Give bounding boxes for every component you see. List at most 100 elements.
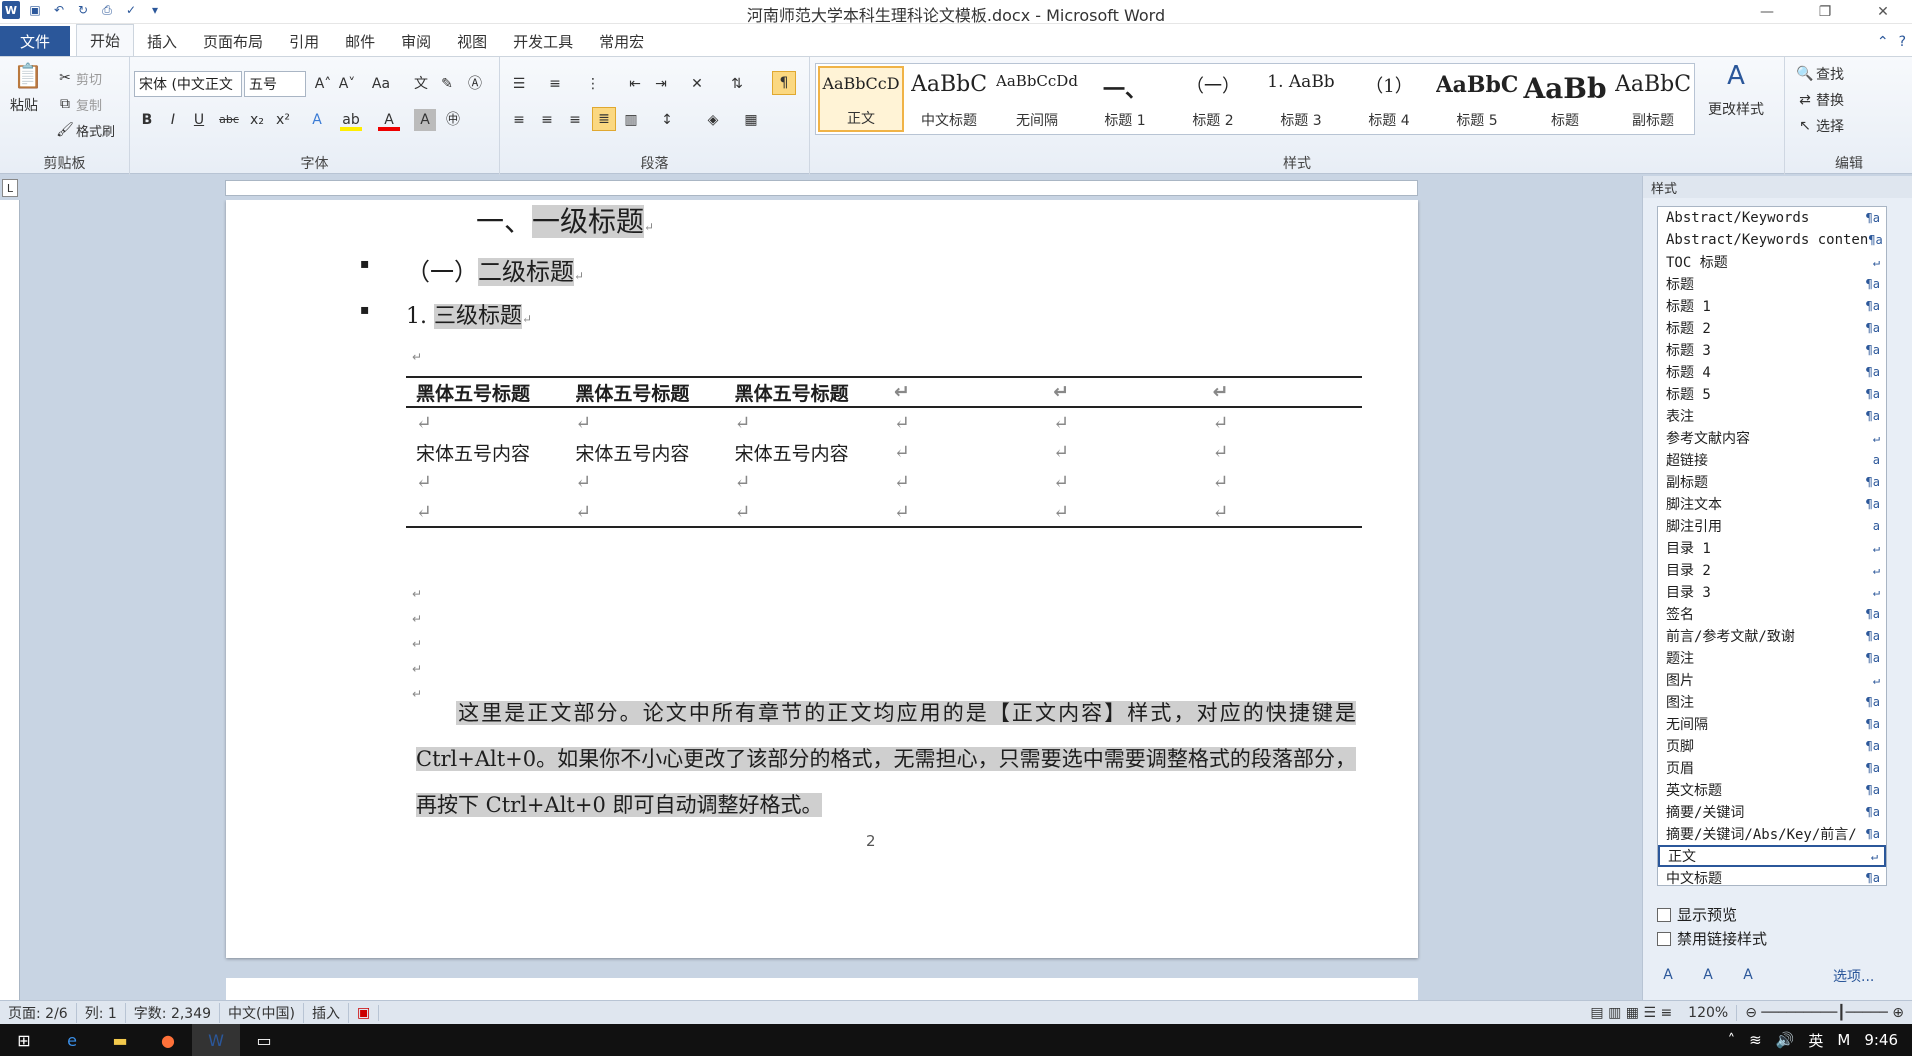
table-cell[interactable]: ↵ bbox=[406, 467, 565, 497]
increase-indent-button[interactable]: ⇥ bbox=[650, 73, 672, 95]
borders-button[interactable]: ▦ bbox=[740, 109, 762, 131]
view-buttons[interactable]: ▤ ▥ ▦ ☰ ≡ bbox=[1582, 1005, 1680, 1021]
tray-chevron-icon[interactable]: ˄ bbox=[1728, 1031, 1736, 1049]
style-list-item[interactable]: 前言/参考文献/致谢 ¶a bbox=[1658, 625, 1886, 647]
enclose-char-button[interactable]: ㊥ bbox=[442, 109, 464, 131]
sample-table[interactable]: 黑体五号标题 黑体五号标题 黑体五号标题 ↵ ↵ ↵ ↵ ↵ ↵ ↵ ↵ ↵ 宋体五号内容 宋… bbox=[406, 376, 1362, 528]
change-case-button[interactable]: Aa bbox=[370, 73, 392, 95]
table-cell[interactable]: ↵ bbox=[884, 407, 1043, 437]
manage-styles-button[interactable]: A bbox=[1737, 964, 1759, 986]
superscript-button[interactable]: x² bbox=[272, 109, 294, 131]
grow-font-button[interactable]: A˄ bbox=[312, 73, 334, 95]
table-cell[interactable]: ↵ bbox=[1043, 437, 1202, 467]
insert-mode[interactable]: 插入 bbox=[304, 1002, 349, 1023]
macro-record-icon[interactable]: ▣ bbox=[349, 1004, 380, 1021]
font-name-box[interactable]: 宋体 (中文正文 bbox=[134, 71, 242, 97]
ime-icon[interactable]: M bbox=[1837, 1031, 1850, 1049]
table-cell[interactable]: ↵ bbox=[883, 376, 1044, 408]
tab-view[interactable]: 视图 bbox=[444, 26, 500, 56]
strikethrough-button[interactable]: abc bbox=[218, 109, 240, 131]
options-link[interactable]: 选项... bbox=[1833, 966, 1874, 986]
table-cell[interactable]: 宋体五号内容 bbox=[565, 437, 724, 467]
table-cell[interactable]: ↵ bbox=[1043, 467, 1202, 497]
page[interactable]: 一、一级标题↵ ▪ （一）二级标题↵ ▪ 1. 三级标题↵ ↵ 黑体五号标题 黑体五… bbox=[226, 200, 1418, 958]
table-cell[interactable]: ↵ bbox=[1043, 376, 1203, 408]
close-button[interactable]: ✕ bbox=[1854, 0, 1912, 24]
style-list-item[interactable]: Abstract/Keywords conten ¶a bbox=[1658, 229, 1886, 251]
help-icon[interactable]: ? bbox=[1899, 34, 1906, 50]
body-paragraph[interactable]: 这里是正文部分。论文中所有章节的正文均应用的是【正文内容】样式，对应的快捷键是 … bbox=[416, 690, 1356, 828]
style-list-item[interactable]: 脚注文本 ¶a bbox=[1658, 493, 1886, 515]
style-list-item[interactable]: 标题 2 ¶a bbox=[1658, 317, 1886, 339]
table-cell[interactable]: ↵ bbox=[406, 407, 565, 437]
decrease-indent-button[interactable]: ⇤ bbox=[624, 73, 646, 95]
highlight-button[interactable]: ab bbox=[340, 109, 362, 131]
table-cell[interactable]: 宋体五号内容 bbox=[725, 437, 884, 467]
style-list-item[interactable]: 中文标题 ¶a bbox=[1658, 867, 1886, 885]
style-item-heading4[interactable]: （1） 标题 4 bbox=[1346, 66, 1432, 132]
table-cell[interactable]: ↵ bbox=[406, 497, 566, 528]
vertical-ruler[interactable] bbox=[0, 200, 20, 1000]
tab-references[interactable]: 引用 bbox=[276, 26, 332, 56]
tab-insert[interactable]: 插入 bbox=[134, 26, 190, 56]
copy-button[interactable]: ⧉ 复制 bbox=[54, 93, 102, 115]
tab-developer[interactable]: 开发工具 bbox=[500, 26, 586, 56]
volume-icon[interactable]: 🔊 bbox=[1776, 1031, 1795, 1049]
style-list-item[interactable]: 副标题 ¶a bbox=[1658, 471, 1886, 493]
word-count[interactable]: 字数: 2,349 bbox=[126, 1002, 221, 1023]
table-cell[interactable]: ↵ bbox=[724, 497, 884, 528]
zoom-slider[interactable]: ⊖ ─────────┃───── ⊕ bbox=[1737, 1005, 1912, 1021]
table-cell[interactable]: ↵ bbox=[1203, 407, 1362, 437]
horizontal-ruler[interactable] bbox=[225, 180, 1418, 196]
terminal-icon[interactable]: ▭ bbox=[240, 1024, 288, 1056]
format-painter-button[interactable]: 🖌 格式刷 bbox=[54, 119, 115, 141]
network-icon[interactable]: ≋ bbox=[1749, 1031, 1762, 1049]
table-cell[interactable]: ↵ bbox=[565, 497, 725, 528]
style-item-heading5[interactable]: AaBbC 标题 5 bbox=[1434, 66, 1520, 132]
table-cell[interactable]: ↵ bbox=[1043, 407, 1202, 437]
style-list-item[interactable]: 签名 ¶a bbox=[1658, 603, 1886, 625]
heading-1[interactable]: 一、一级标题↵ bbox=[476, 200, 654, 240]
tab-home[interactable]: 开始 bbox=[76, 24, 135, 56]
style-list-item[interactable]: 英文标题 ¶a bbox=[1658, 779, 1886, 801]
style-item-cn-title[interactable]: AaBbC 中文标题 bbox=[906, 66, 992, 132]
style-item-heading3[interactable]: 1. AaBb 标题 3 bbox=[1258, 66, 1344, 132]
justify-button[interactable]: ≣ bbox=[592, 107, 616, 131]
clock[interactable]: 9:46 bbox=[1864, 1031, 1898, 1049]
table-cell[interactable]: ↵ bbox=[1203, 467, 1362, 497]
cut-button[interactable]: ✂ 剪切 bbox=[54, 67, 102, 89]
table-cell[interactable]: ↵ bbox=[1043, 497, 1203, 528]
subscript-button[interactable]: x₂ bbox=[246, 109, 268, 131]
style-list-item[interactable]: 摘要/关键词/Abs/Key/前言/¶a bbox=[1658, 823, 1886, 845]
select-button[interactable]: ↖ 选择 bbox=[1794, 115, 1844, 137]
table-cell[interactable]: ↵ bbox=[725, 467, 884, 497]
align-left-button[interactable]: ≡ bbox=[508, 109, 530, 131]
table-cell[interactable]: ↵ bbox=[1202, 376, 1362, 408]
style-item-normal[interactable]: AaBbCcD 正文 bbox=[818, 66, 904, 132]
heading-2[interactable]: ▪ （一）二级标题↵ bbox=[360, 252, 584, 287]
style-list-item[interactable]: 脚注引用 a bbox=[1658, 515, 1886, 537]
table-cell[interactable]: ↵ bbox=[1202, 497, 1362, 528]
style-list-item[interactable]: 页脚 ¶a bbox=[1658, 735, 1886, 757]
style-list-item[interactable]: 超链接 a bbox=[1658, 449, 1886, 471]
heading-3[interactable]: ▪ 1. 三级标题↵ bbox=[360, 298, 532, 330]
shrink-font-button[interactable]: A˅ bbox=[336, 73, 358, 95]
minimize-ribbon-icon[interactable]: ⌃ bbox=[1877, 34, 1889, 50]
style-list-item[interactable]: 页眉 ¶a bbox=[1658, 757, 1886, 779]
table-header-cell[interactable]: 黑体五号标题 bbox=[724, 376, 884, 408]
style-list-item[interactable]: 图注 ¶a bbox=[1658, 691, 1886, 713]
tab-macros[interactable]: 常用宏 bbox=[586, 26, 657, 56]
style-item-subtitle[interactable]: AaBbC 副标题 bbox=[1610, 66, 1696, 132]
style-list-item[interactable]: 目录 1 ↵ bbox=[1658, 537, 1886, 559]
style-list-item[interactable]: Abstract/Keywords ¶a bbox=[1658, 207, 1886, 229]
numbering-button[interactable]: ≡ bbox=[544, 73, 566, 95]
document-area[interactable]: 一、一级标题↵ ▪ （一）二级标题↵ ▪ 1. 三级标题↵ ↵ 黑体五号标题 黑体五… bbox=[20, 200, 1622, 1000]
style-list-item[interactable]: 表注 ¶a bbox=[1658, 405, 1886, 427]
table-cell[interactable]: ↵ bbox=[884, 467, 1043, 497]
page-count[interactable]: 页面: 2/6 bbox=[0, 1002, 77, 1023]
bold-button[interactable]: B bbox=[136, 109, 158, 131]
table-header-cell[interactable]: 黑体五号标题 bbox=[406, 376, 566, 408]
style-list-item[interactable]: TOC 标题 ↵ bbox=[1658, 251, 1886, 273]
minimize-button[interactable]: — bbox=[1738, 0, 1796, 24]
tab-review[interactable]: 审阅 bbox=[388, 26, 444, 56]
